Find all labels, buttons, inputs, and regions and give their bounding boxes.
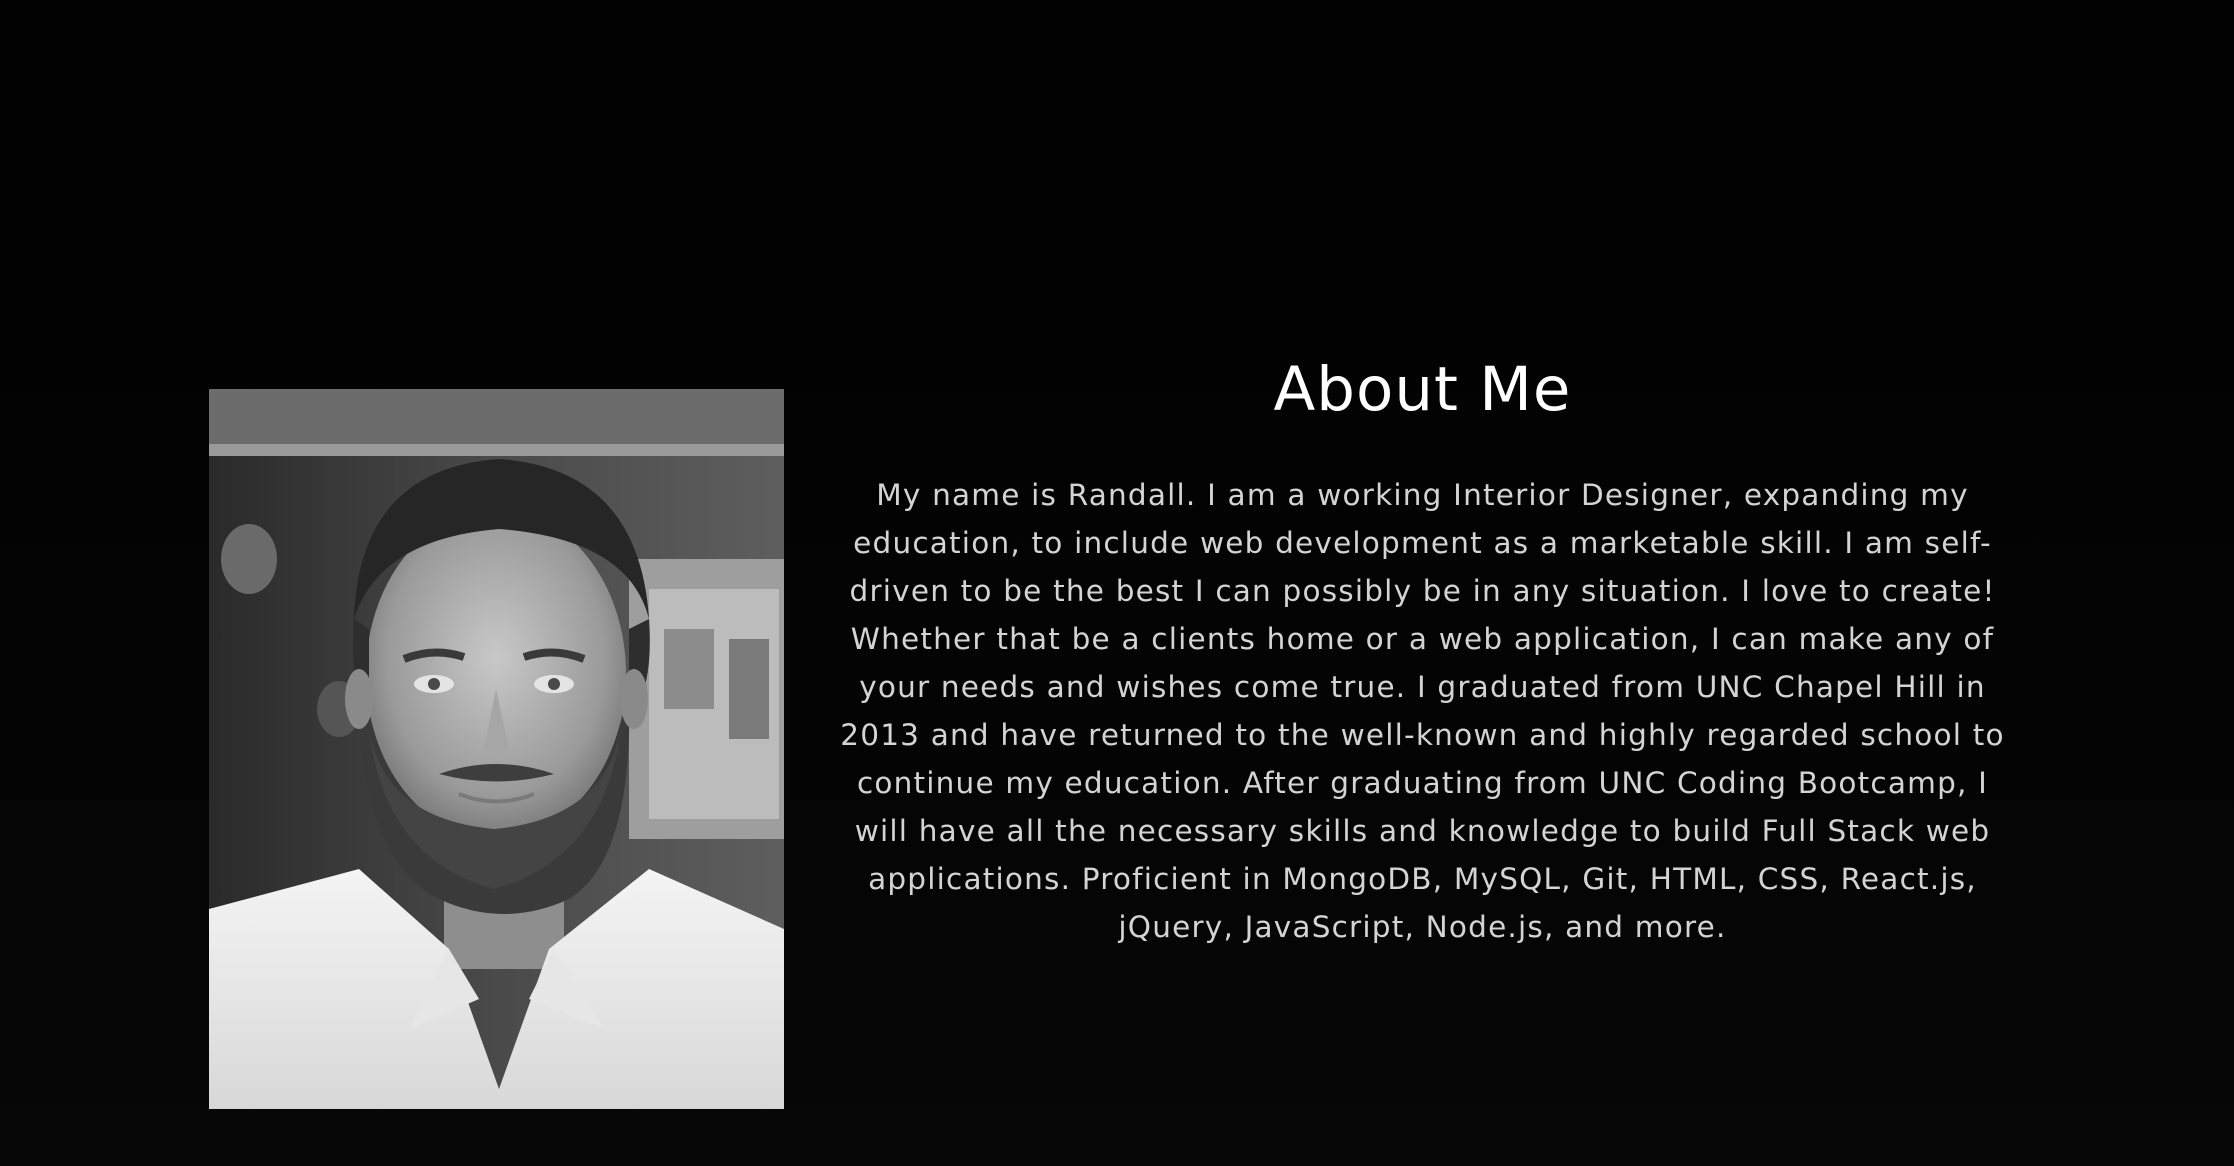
profile-photo-graphic <box>209 389 784 1109</box>
profile-photo <box>209 389 784 1109</box>
about-content: About Me My name is Randall. I am a work… <box>820 345 2025 951</box>
about-description: My name is Randall. I am a working Inter… <box>840 478 2005 944</box>
about-section: About Me My name is Randall. I am a work… <box>0 0 2234 1166</box>
about-title: About Me <box>1273 354 1572 425</box>
